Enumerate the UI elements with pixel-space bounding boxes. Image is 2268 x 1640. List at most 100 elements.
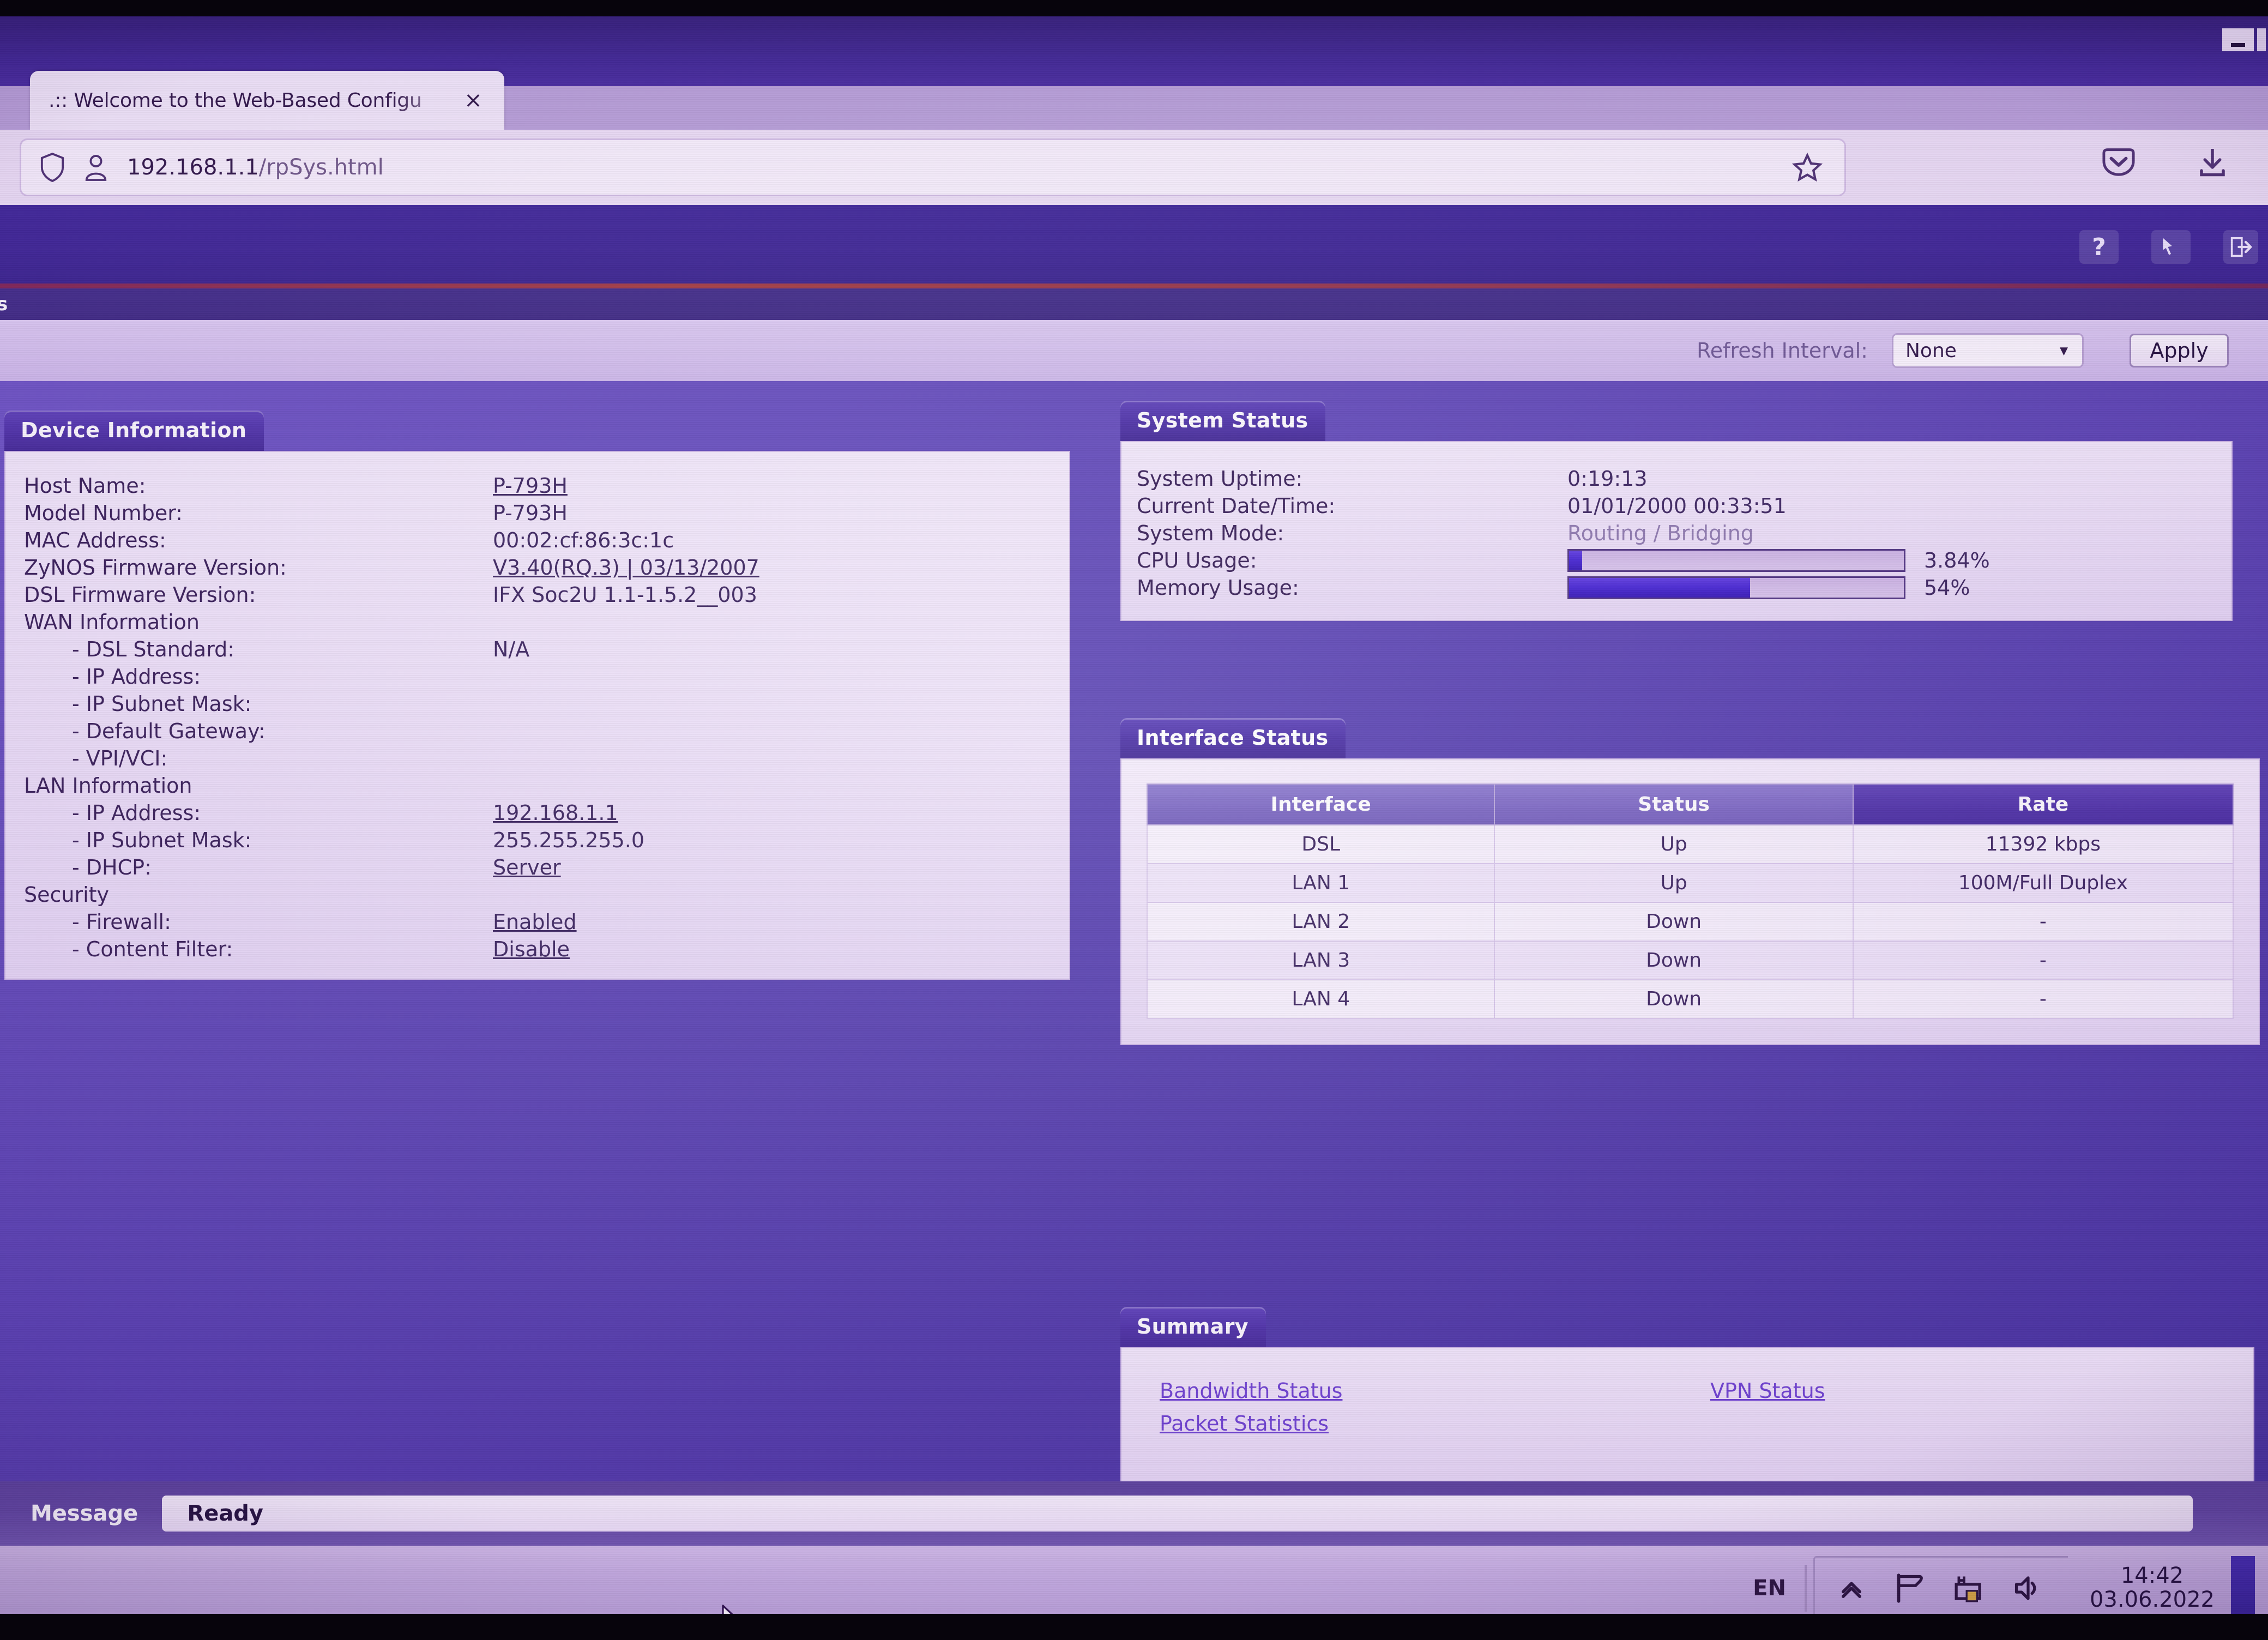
row-value[interactable]: V3.40(RQ.3) | 03/13/2007 [493,556,759,580]
system-status-title: System Status [1120,401,1326,441]
network-icon[interactable] [1951,1570,1987,1606]
cell-interface: LAN 3 [1146,940,1495,980]
screen-area: .:: Welcome to the Web-Based Configu × 1… [0,16,2268,1614]
router-header: ? [0,205,2268,288]
shield-icon[interactable] [40,153,65,182]
address-bar[interactable]: 192.168.1.1/rpSys.html [20,138,1846,196]
browser-tab-title: .:: Welcome to the Web-Based Configu [49,89,422,112]
url-text: 192.168.1.1/rpSys.html [127,155,1774,180]
cell-rate: - [1852,902,2234,942]
cell-status: Down [1494,979,1854,1019]
system-tray: EN 14:42 03.06.2022 [1743,1555,2255,1614]
cell-status: Down [1494,902,1854,942]
table-row: - IP Subnet Mask: [5,692,1069,719]
cell-rate: 11392 kbps [1852,824,2234,864]
cell-rate: 100M/Full Duplex [1852,863,2234,903]
cpu-usage-bar [1567,549,1905,572]
photo-black-bar-top [0,0,2268,16]
flag-icon[interactable] [1892,1570,1928,1606]
table-row: - IP Address: 192.168.1.1 [5,801,1069,828]
minimize-button[interactable] [2222,28,2254,51]
url-path: /rpSys.html [258,155,384,180]
row-value[interactable]: Disable [493,937,570,961]
browser-toolbar-icons [2101,146,2230,179]
close-icon[interactable]: × [461,88,486,113]
language-indicator[interactable]: EN [1743,1576,1805,1601]
interface-status-table: Interface Status Rate DSL Up 11392 kbps [1146,783,2234,1019]
system-uptime-row: System Uptime: 0:19:13 [1121,465,2231,492]
row-value[interactable]: 192.168.1.1 [493,801,618,825]
refresh-interval-select[interactable]: None ▾ [1892,333,2084,368]
header-divider [0,284,2268,288]
memory-usage-value: 54% [1924,576,1970,600]
row-value[interactable]: Enabled [493,910,577,934]
table-row: Security [5,883,1069,910]
breadcrumb-text: s [0,293,8,315]
system-mode-row: System Mode: Routing / Bridging [1121,520,2231,547]
refresh-interval-label: Refresh Interval: [1697,339,1868,363]
refresh-toolbar: Refresh Interval: None ▾ Apply [0,320,2268,381]
row-label: - DHCP: [72,855,152,879]
cell-interface: LAN 1 [1146,863,1495,903]
browser-tab[interactable]: .:: Welcome to the Web-Based Configu × [30,71,504,130]
windows-taskbar: EN 14:42 03.06.2022 [0,1546,2268,1614]
table-row: LAN 2 Down - [1146,902,2234,942]
vpn-status-link[interactable]: VPN Status [1710,1379,1825,1403]
wizard-icon[interactable] [2151,230,2191,264]
bandwidth-status-link[interactable]: Bandwidth Status [1160,1379,1710,1403]
table-row: LAN 3 Down - [1146,940,2234,980]
interface-status-body: Interface Status Rate DSL Up 11392 kbps [1120,758,2260,1045]
download-icon[interactable] [2195,146,2230,179]
message-bar: Message Ready [0,1481,2268,1546]
row-label: - IP Address: [72,801,201,825]
row-label: - IP Address: [72,665,201,689]
refresh-interval-value: None [1905,339,1957,362]
row-value: IFX Soc2U 1.1-1.5.2__003 [493,583,757,607]
row-label: - Default Gateway: [72,719,266,743]
row-label: System Uptime: [1137,467,1303,491]
message-value: Ready [162,1496,2193,1532]
router-header-icons: ? [2079,230,2258,264]
router-page: Refresh Interval: None ▾ Apply Device In… [0,320,2268,1614]
person-icon[interactable] [83,153,108,182]
tray-icon-group [1813,1555,2068,1614]
cell-rate: - [1852,940,2234,980]
show-desktop-button[interactable] [2231,1555,2255,1614]
memory-usage-row: Memory Usage: 54% [1121,574,2231,601]
cell-interface: DSL [1146,824,1495,864]
row-label: - IP Subnet Mask: [72,828,252,852]
row-label: - IP Subnet Mask: [72,692,252,716]
row-value: 0:19:13 [1567,467,1648,491]
row-label: MAC Address: [24,528,166,552]
system-status-panel: System Status System Uptime: 0:19:13 Cur… [1120,401,2233,621]
star-icon[interactable] [1792,152,1823,183]
message-label: Message [31,1501,138,1526]
cell-status: Up [1494,824,1854,864]
device-information-title: Device Information [4,411,264,451]
row-value[interactable]: P-793H [493,474,568,498]
table-row: - DSL Standard: N/A [5,637,1069,665]
column-header-status: Status [1494,783,1854,825]
packet-statistics-link[interactable]: Packet Statistics [1160,1412,1710,1436]
logout-icon[interactable] [2223,230,2258,264]
row-label: - DSL Standard: [72,637,235,661]
table-row: Model Number: P-793H [5,501,1069,528]
help-icon[interactable]: ? [2079,230,2119,264]
restore-button[interactable] [2257,28,2266,51]
table-row: - DHCP: Server [5,855,1069,883]
photo-black-bar-bottom [0,1614,2268,1640]
memory-usage-bar [1567,576,1905,599]
window-controls[interactable] [2186,16,2268,52]
clock[interactable]: 14:42 03.06.2022 [2068,1564,2231,1612]
pocket-icon[interactable] [2101,147,2136,178]
system-status-body: System Uptime: 0:19:13 Current Date/Time… [1120,441,2233,621]
cell-rate: - [1852,979,2234,1019]
apply-button[interactable]: Apply [2130,334,2229,367]
column-header-interface: Interface [1146,783,1495,825]
row-value[interactable]: Server [493,855,561,879]
chevron-up-icon[interactable] [1833,1570,1869,1606]
column-header-rate: Rate [1852,783,2234,825]
table-row: ZyNOS Firmware Version: V3.40(RQ.3) | 03/… [5,556,1069,583]
volume-icon[interactable] [2010,1570,2046,1606]
row-label: Memory Usage: [1137,576,1299,600]
